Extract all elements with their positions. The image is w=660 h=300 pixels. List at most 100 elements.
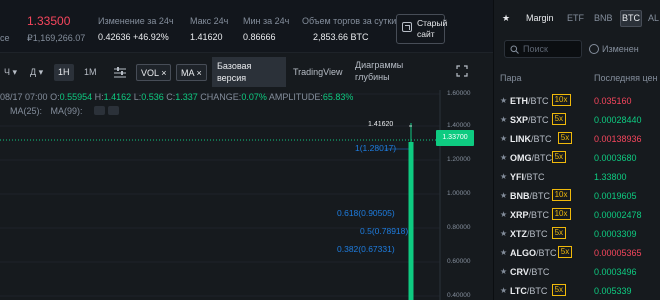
pair-quote: /BTC: [528, 267, 550, 277]
close-icon[interactable]: ×: [161, 68, 166, 78]
ma-legend: MA(25): MA(99):: [10, 106, 119, 116]
pair-base: LINK: [510, 134, 531, 144]
high-marker-label: 1.41620: [368, 121, 394, 128]
tab-btc[interactable]: BTC: [620, 10, 642, 27]
interval-1h-button[interactable]: 1H: [54, 64, 74, 81]
tab-bnb[interactable]: BNB: [594, 13, 613, 23]
eye-icon[interactable]: [94, 106, 105, 115]
pair-name: LTC/BTC: [510, 286, 547, 296]
fullscreen-icon[interactable]: [456, 65, 468, 77]
last-price: 0.00028440: [594, 115, 642, 125]
pair-name: LINK/BTC: [510, 134, 552, 144]
ma99-label: MA(99):: [50, 106, 83, 116]
chart-toolbar: Ч ▾ Д ▾ 1H 1M VOL × MA × Базовая версия …: [0, 52, 493, 90]
market-tabs: ★ Margin ETF BNB BTC AL: [494, 0, 660, 38]
chart-canvas: [0, 90, 441, 300]
depth-label-2: глубины: [355, 72, 390, 82]
search-placeholder: Поиск: [523, 44, 548, 54]
favorite-star-icon[interactable]: ★: [500, 191, 507, 200]
favorite-star-icon[interactable]: ★: [500, 229, 507, 238]
leverage-badge: 5x: [551, 151, 567, 163]
pair-base: XTZ: [510, 229, 527, 239]
ohlc-date: 08/17 07:00: [0, 92, 48, 102]
col-pair[interactable]: Пара: [500, 73, 522, 83]
depth-chart-tab[interactable]: Диаграммы глубины: [355, 59, 403, 83]
pair-name: ETH/BTC: [510, 96, 549, 106]
favorite-star-icon[interactable]: ★: [500, 172, 507, 181]
change-toggle-label[interactable]: Изменен: [602, 44, 639, 54]
axis-label: 1.40000: [447, 122, 471, 129]
leverage-badge: 10x: [551, 208, 571, 220]
close-icon[interactable]: ×: [197, 68, 202, 78]
vol-indicator-chip[interactable]: VOL ×: [136, 64, 172, 81]
last-price: 0.005339: [594, 286, 632, 296]
favorites-star-icon[interactable]: ★: [502, 13, 510, 24]
pair-quote: /BTC: [528, 210, 550, 220]
hours-dropdown[interactable]: Ч ▾: [4, 67, 17, 78]
pair-quote: /BTC: [526, 286, 548, 296]
interval-1m-button[interactable]: 1M: [84, 67, 97, 77]
table-row[interactable]: ★ YFI/BTC 1.33800: [494, 168, 660, 187]
fib-level-0618: 0.618(0.90505): [337, 208, 395, 218]
pair-name: OMG/BTC: [510, 153, 552, 163]
favorite-star-icon[interactable]: ★: [500, 96, 507, 105]
favorite-star-icon[interactable]: ★: [500, 248, 507, 257]
high-value: 1.4162: [103, 92, 132, 102]
change-toggle-radio[interactable]: [589, 44, 599, 54]
amplitude-label: AMPLITUDE:: [268, 92, 323, 102]
favorite-star-icon[interactable]: ★: [500, 210, 507, 219]
last-price: 0.00138936: [594, 134, 642, 144]
favorite-star-icon[interactable]: ★: [500, 153, 507, 162]
favorite-star-icon[interactable]: ★: [500, 134, 507, 143]
table-row[interactable]: ★ ETH/BTC 10x 0.035160: [494, 92, 660, 111]
tab-margin[interactable]: Margin: [526, 13, 554, 23]
axis-label: 1.20000: [447, 156, 471, 163]
axis-label: 0.40000: [447, 292, 471, 299]
high-label: H:: [94, 92, 104, 102]
change-label: Изменение за 24ч: [98, 16, 174, 26]
days-dropdown[interactable]: Д ▾: [30, 67, 43, 78]
high-value: 1.41620: [190, 32, 223, 42]
tab-alts[interactable]: AL: [648, 13, 659, 23]
table-row[interactable]: ★ XRP/BTC 10x 0.00002478: [494, 206, 660, 225]
col-price[interactable]: Последняя цен: [594, 73, 658, 83]
price-chart[interactable]: 08/17 07:00 O:0.55954 H:1.4162 L:0.536 C…: [0, 90, 493, 300]
pair-name: CRV/BTC: [510, 267, 549, 277]
external-link-icon: [402, 22, 412, 32]
table-row[interactable]: ★ CRV/BTC 0.0003496: [494, 263, 660, 282]
favorite-star-icon[interactable]: ★: [500, 286, 507, 295]
settings-icon[interactable]: [108, 106, 119, 115]
tradingview-tab[interactable]: TradingView: [293, 67, 343, 77]
ma-indicator-chip[interactable]: MA ×: [176, 64, 207, 81]
search-icon: [510, 45, 519, 54]
tab-etf[interactable]: ETF: [567, 13, 584, 23]
last-price: 1.33500: [27, 14, 71, 28]
table-row[interactable]: ★ BNB/BTC 10x 0.0019605: [494, 187, 660, 206]
favorite-star-icon[interactable]: ★: [500, 115, 507, 124]
axis-label: 0.60000: [447, 258, 471, 265]
pair-name: BNB/BTC: [510, 191, 550, 201]
favorite-star-icon[interactable]: ★: [500, 267, 507, 276]
axis-label: 0.80000: [447, 224, 471, 231]
change-label: CHANGE:: [200, 92, 242, 102]
leverage-badge: 5x: [557, 132, 573, 144]
search-input[interactable]: Поиск: [504, 40, 582, 58]
table-row[interactable]: ★ SXP/BTC 5x 0.00028440: [494, 111, 660, 130]
pair-quote: /BTC: [528, 115, 549, 125]
pair-base: BNB: [510, 191, 530, 201]
table-row[interactable]: ★ LINK/BTC 5x 0.00138936: [494, 130, 660, 149]
high-label: Макс 24ч: [190, 16, 229, 26]
pair-quote: /BTC: [531, 153, 553, 163]
pair-quote: /BTC: [529, 191, 551, 201]
base-version-tab[interactable]: Базовая версия: [212, 57, 286, 87]
table-row[interactable]: ★ LTC/BTC 5x 0.005339: [494, 282, 660, 300]
last-price: 0.0019605: [594, 191, 637, 201]
table-row[interactable]: ★ OMG/BTC 5x 0.0003680: [494, 149, 660, 168]
old-site-button[interactable]: Старый сайт: [396, 14, 447, 44]
table-row[interactable]: ★ XTZ/BTC 5x 0.0003309: [494, 225, 660, 244]
pair-base: XRP: [510, 210, 529, 220]
indicator-settings-icon[interactable]: [114, 67, 126, 78]
last-price: 1.33800: [594, 172, 627, 182]
leverage-badge: 5x: [551, 284, 567, 296]
table-row[interactable]: ★ ALGO/BTC 5x 0.00005365: [494, 244, 660, 263]
